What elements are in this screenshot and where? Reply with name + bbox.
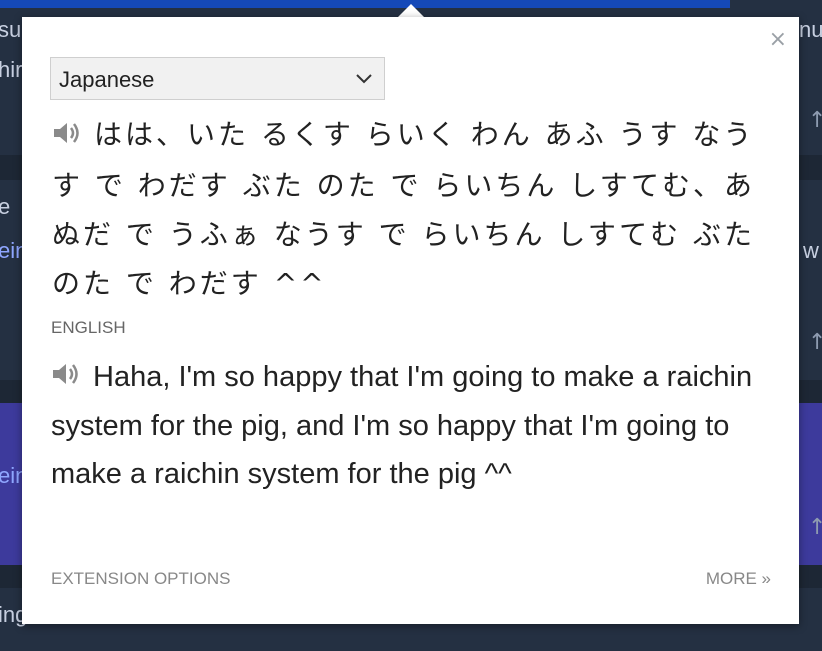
chevron-down-icon bbox=[354, 58, 374, 115]
close-button[interactable]: × bbox=[769, 29, 787, 51]
background-text-fragment: w bbox=[803, 238, 819, 263]
extension-options-link[interactable]: EXTENSION OPTIONS bbox=[51, 569, 230, 589]
background-text-fragment: nu bbox=[799, 17, 822, 42]
translated-text: Haha, I'm so happy that I'm going to mak… bbox=[51, 353, 771, 498]
upvote-arrow-icon[interactable]: ↑ bbox=[808, 330, 822, 355]
source-text-content: はは、いた るくす らいく わん あふ うす なうす で わだす ぶた のた で… bbox=[52, 118, 756, 300]
speaker-icon[interactable] bbox=[52, 112, 82, 161]
background-top-bar bbox=[0, 0, 730, 8]
upvote-arrow-icon[interactable]: ↑ bbox=[808, 515, 822, 540]
language-select[interactable]: Japanese bbox=[50, 57, 385, 100]
background-text-fragment: e bbox=[0, 194, 11, 219]
speaker-icon[interactable] bbox=[51, 354, 81, 402]
translated-text-content: Haha, I'm so happy that I'm going to mak… bbox=[51, 361, 753, 491]
translation-popup: × Japanese はは、いた るくす らいく わん あふ うす なうす で … bbox=[22, 17, 799, 624]
popup-caret bbox=[397, 4, 425, 18]
more-link[interactable]: MORE » bbox=[706, 569, 771, 589]
background-text-fragment: hir bbox=[0, 57, 23, 82]
target-language-label: ENGLISH bbox=[51, 318, 126, 337]
source-text: はは、いた るくす らいく わん あふ うす なうす で わだす ぶた のた で… bbox=[52, 110, 757, 308]
language-select-value: Japanese bbox=[59, 67, 155, 92]
upvote-arrow-icon[interactable]: ↑ bbox=[808, 108, 822, 133]
background-text-fragment: su bbox=[0, 17, 22, 42]
